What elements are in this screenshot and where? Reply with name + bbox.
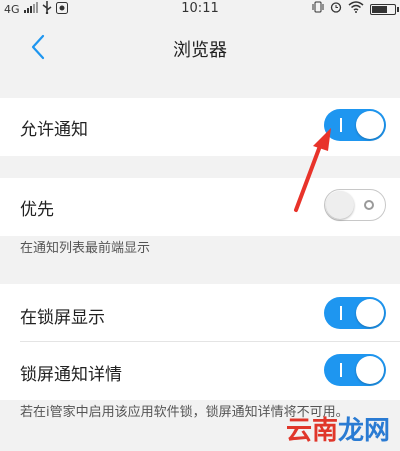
settings-screen: 4G 10:11 浏览器 允许通知 优先 在通知列表最前端显示 在锁屏显示 锁屏…	[0, 0, 400, 451]
red-arrow-annotation	[294, 128, 331, 212]
watermark-part2: 龙网	[337, 416, 390, 446]
watermark-part1: 云南	[285, 416, 338, 446]
watermark: 云南龙网	[286, 410, 390, 447]
